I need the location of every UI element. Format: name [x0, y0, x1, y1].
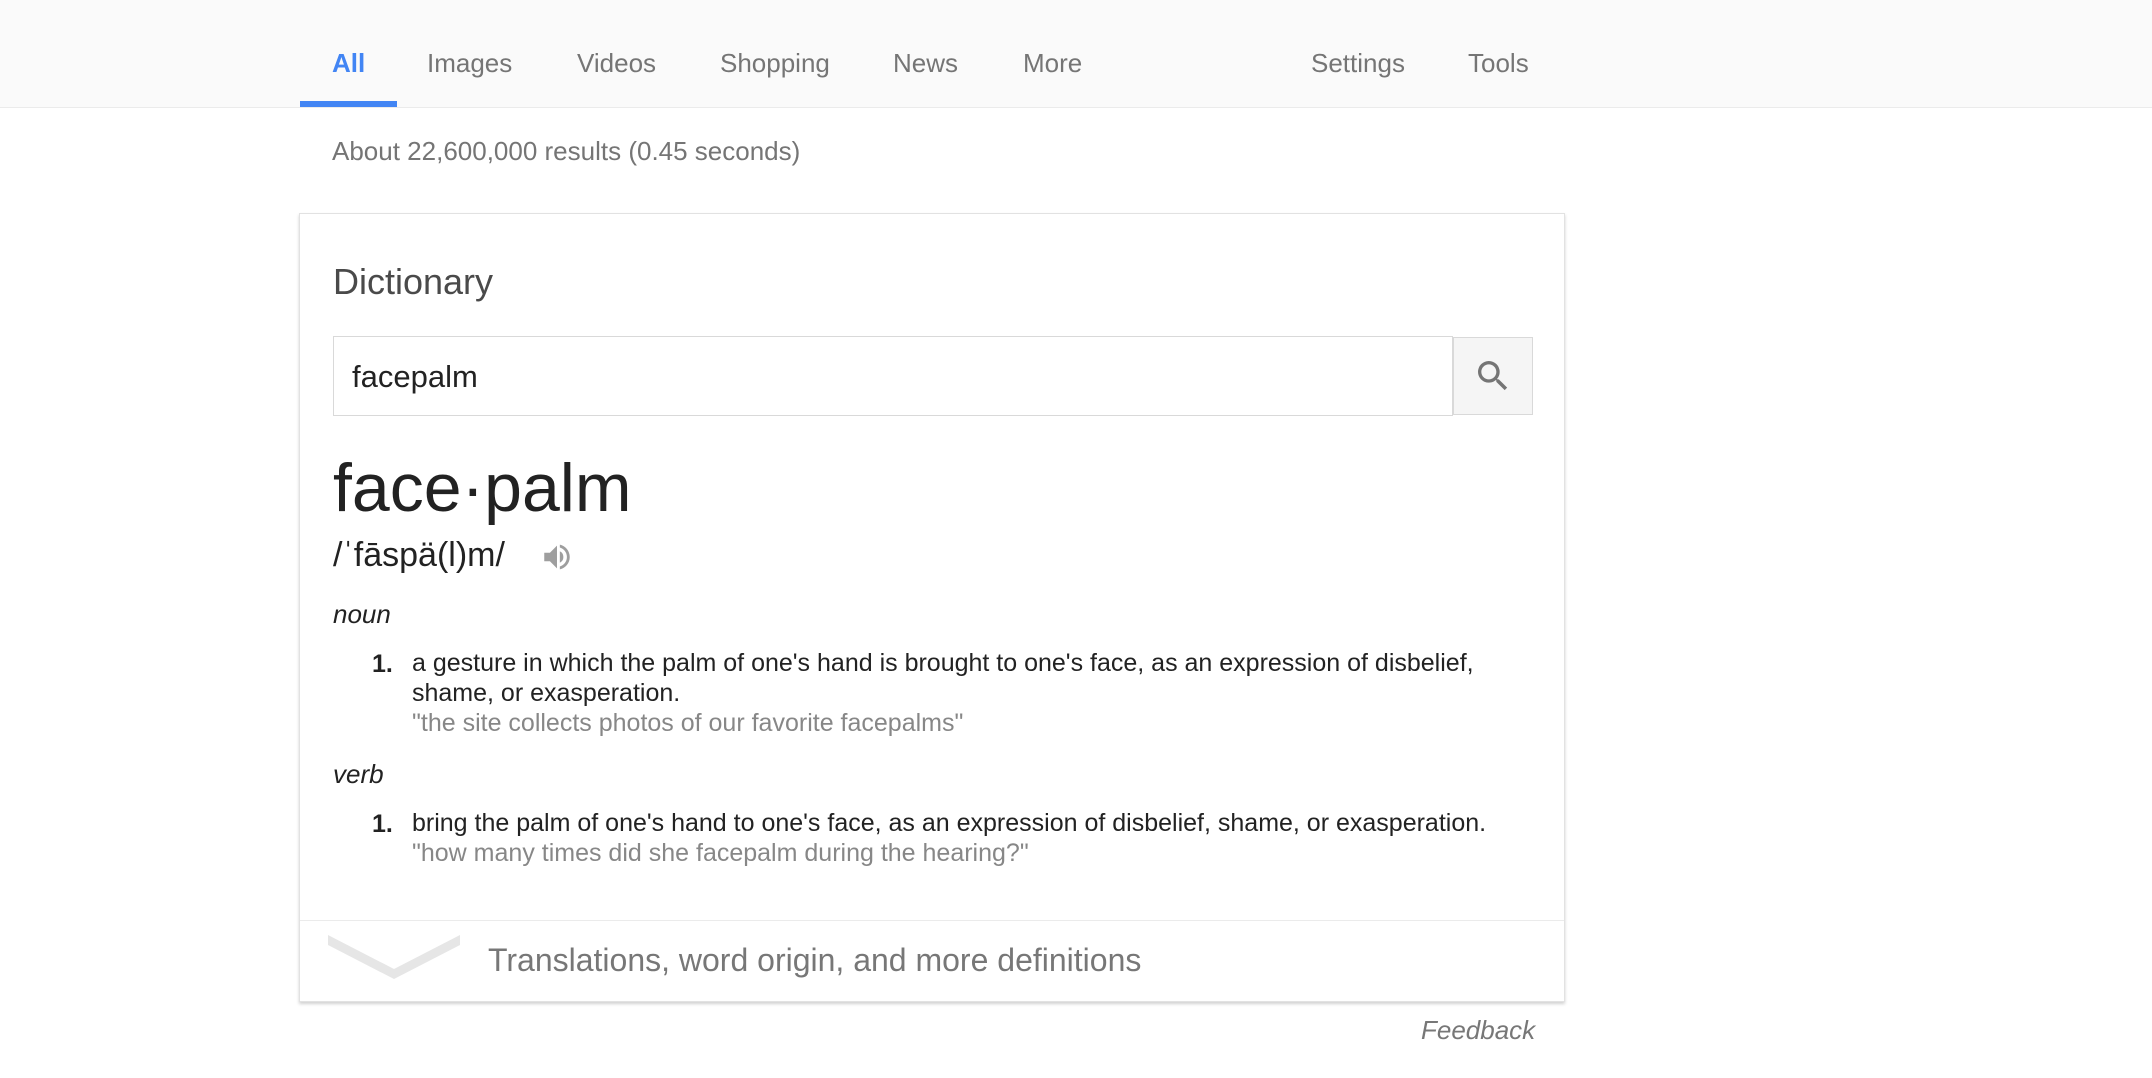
definition-example: "the site collects photos of our favorit…	[412, 709, 964, 737]
phonetic-spelling: /ˈfāspä(l)m/	[333, 536, 505, 574]
search-input-value: facepalm	[352, 359, 478, 394]
tab-videos[interactable]: Videos	[577, 0, 656, 108]
chevron-down-icon	[328, 935, 460, 979]
search-icon	[1478, 361, 1508, 391]
tab-images[interactable]: Images	[427, 0, 512, 108]
card-title: Dictionary	[333, 261, 494, 302]
speaker-icon	[544, 544, 570, 570]
part-of-speech-noun: noun	[333, 599, 391, 629]
tab-news[interactable]: News	[893, 0, 958, 108]
definition-body: bring the palm of one's hand to one's fa…	[412, 809, 1487, 837]
definition-body: a gesture in which the palm of one's han…	[412, 649, 1474, 707]
dictionary-search-input[interactable]: facepalm	[333, 336, 1453, 416]
definition-number: 1.	[372, 650, 393, 678]
results-stats: About 22,600,000 results (0.45 seconds)	[332, 136, 801, 166]
definition-number: 1.	[372, 810, 393, 838]
headword: face·palm	[333, 450, 632, 526]
active-tab-indicator	[300, 101, 397, 107]
feedback-link[interactable]: Feedback	[1421, 1015, 1535, 1046]
definition-example: "how many times did she facepalm during …	[412, 839, 1029, 867]
search-nav-bar: All Images Videos Shopping News More Set…	[0, 0, 2152, 108]
tools-link[interactable]: Tools	[1468, 0, 1529, 108]
definition-text: bring the palm of one's hand to one's fa…	[412, 808, 1532, 868]
tab-more[interactable]: More	[1023, 0, 1082, 108]
tab-all[interactable]: All	[332, 0, 365, 108]
more-definitions-expander[interactable]: Translations, word origin, and more defi…	[300, 921, 1564, 1003]
more-definitions-label: Translations, word origin, and more defi…	[488, 942, 1142, 978]
pronunciation-button[interactable]	[540, 540, 574, 574]
tab-shopping[interactable]: Shopping	[720, 0, 830, 108]
definition-text: a gesture in which the palm of one's han…	[412, 648, 1532, 738]
settings-link[interactable]: Settings	[1311, 0, 1405, 108]
dictionary-card: Dictionary facepalm face·palm /ˈfāspä(l)…	[299, 213, 1565, 1002]
part-of-speech-verb: verb	[333, 759, 384, 789]
dictionary-search-button[interactable]	[1453, 337, 1533, 415]
